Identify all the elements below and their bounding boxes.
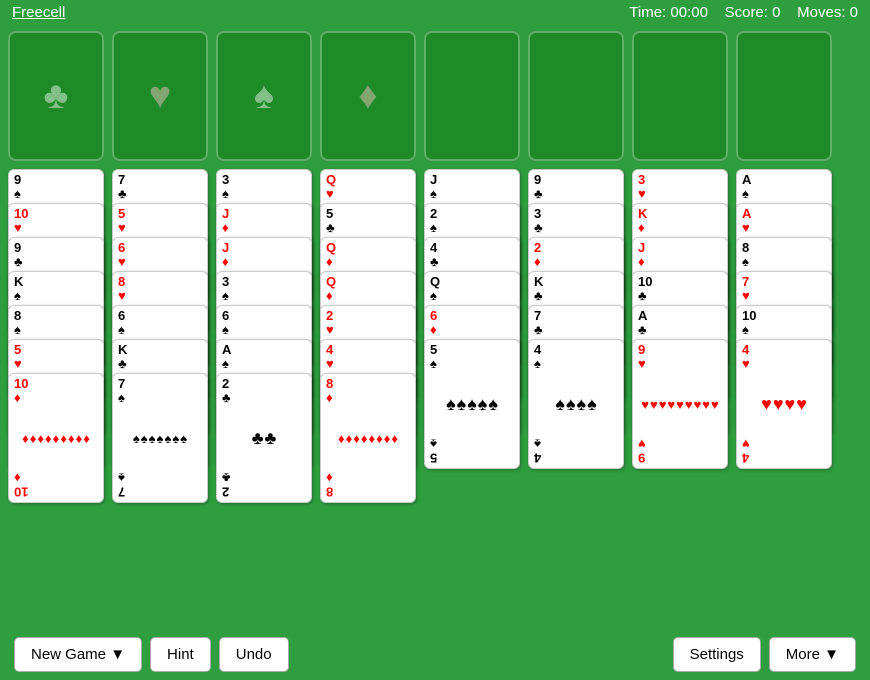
bottom-left-buttons: New Game ▼ Hint Undo xyxy=(14,637,289,672)
column-4[interactable]: Q♥♥👑Q♥5♣♣♣♣♣♣5♣Q♦♦👑Q♦Q♦♦👑Q♦2♥♥♥2♥4♥♥♥♥♥4… xyxy=(320,169,416,569)
column-6[interactable]: 9♣♣♣♣♣♣♣♣♣♣9♣3♣♣♣♣3♣2♦♦♦2♦K♣♣👑K♣7♣♣♣♣♣♣♣… xyxy=(528,169,624,569)
bottom-bar: New Game ▼ Hint Undo Settings More ▼ xyxy=(0,628,870,680)
foundation-4[interactable] xyxy=(736,31,832,161)
hearts-icon: ♥ xyxy=(149,75,172,118)
spades-icon: ♠ xyxy=(254,75,274,118)
clubs-icon: ♣ xyxy=(44,75,69,118)
free-cell-2[interactable]: ♥ xyxy=(112,31,208,161)
table-row[interactable]: 5♠♠♠♠♠♠5♠ xyxy=(424,339,520,469)
top-bar: Freecell Time: 00:00 Score: 0 Moves: 0 xyxy=(0,0,870,25)
time-display: Time: 00:00 xyxy=(629,4,708,21)
column-7[interactable]: 3♥♥♥♥3♥K♦♦👑K♦J♦♦👑J♦10♣♣♣♣♣♣♣♣♣♣10♣A♣♣A♣9… xyxy=(632,169,728,569)
top-row: ♣ ♥ ♠ ♦ xyxy=(8,31,862,161)
new-game-button[interactable]: New Game ▼ xyxy=(14,637,142,672)
moves-display: Moves: 0 xyxy=(797,4,858,21)
game-title[interactable]: Freecell xyxy=(12,4,65,21)
column-5[interactable]: J♠♠👑J♠2♠♠♠2♠4♣♣♣♣♣4♣Q♠♠👑Q♠6♦♦♦♦♦♦♦6♦5♠♠♠… xyxy=(424,169,520,569)
free-cell-1[interactable]: ♣ xyxy=(8,31,104,161)
settings-button[interactable]: Settings xyxy=(673,637,761,672)
diamonds-icon: ♦ xyxy=(358,75,377,118)
columns-area: 9♠♠♠♠♠♠♠♠♠♠9♠10♥♥♥♥♥♥♥♥♥♥10♥9♣♣♣♣♣♣♣♣♣♣9… xyxy=(8,169,862,569)
table-row[interactable]: 8♦♦♦♦♦♦♦♦♦8♦ xyxy=(320,373,416,503)
column-2[interactable]: 7♣♣♣♣♣♣♣♣7♣5♥♥♥♥♥♥5♥6♥♥♥♥♥♥♥6♥8♥♥♥♥♥♥♥♥♥… xyxy=(112,169,208,569)
more-button[interactable]: More ▼ xyxy=(769,637,856,672)
table-row[interactable]: 9♥♥♥♥♥♥♥♥♥♥9♥ xyxy=(632,339,728,469)
column-1[interactable]: 9♠♠♠♠♠♠♠♠♠♠9♠10♥♥♥♥♥♥♥♥♥♥10♥9♣♣♣♣♣♣♣♣♣♣9… xyxy=(8,169,104,569)
foundation-2[interactable] xyxy=(528,31,624,161)
foundation-1[interactable] xyxy=(424,31,520,161)
free-cell-3[interactable]: ♠ xyxy=(216,31,312,161)
table-row[interactable]: 2♣♣♣2♣ xyxy=(216,373,312,503)
table-row[interactable]: 4♥♥♥♥♥4♥ xyxy=(736,339,832,469)
table-row[interactable]: 4♠♠♠♠♠4♠ xyxy=(528,339,624,469)
column-3[interactable]: 3♠♠♠♠3♠J♦♦👑J♦J♦♦👑J♦3♠♠♠♠3♠6♠♠♠♠♠♠♠6♠A♠♠A… xyxy=(216,169,312,569)
bottom-right-buttons: Settings More ▼ xyxy=(673,637,856,672)
hint-button[interactable]: Hint xyxy=(150,637,211,672)
column-8[interactable]: A♠♠A♠A♥♥A♥8♠♠♠♠♠♠♠♠♠8♠7♥♥♥♥♥♥♥♥7♥10♠♠♠♠♠… xyxy=(736,169,832,569)
table-row[interactable]: 10♦♦♦♦♦♦♦♦♦♦10♦ xyxy=(8,373,104,503)
game-area: ♣ ♥ ♠ ♦ 9♠♠♠♠♠♠♠♠♠♠9♠10♥♥♥♥♥♥♥♥♥♥10♥9♣♣♣… xyxy=(0,25,870,575)
stats-area: Time: 00:00 Score: 0 Moves: 0 xyxy=(629,4,858,21)
undo-button[interactable]: Undo xyxy=(219,637,289,672)
score-display: Score: 0 xyxy=(725,4,781,21)
foundation-3[interactable] xyxy=(632,31,728,161)
table-row[interactable]: 7♠♠♠♠♠♠♠♠7♠ xyxy=(112,373,208,503)
free-cell-4[interactable]: ♦ xyxy=(320,31,416,161)
